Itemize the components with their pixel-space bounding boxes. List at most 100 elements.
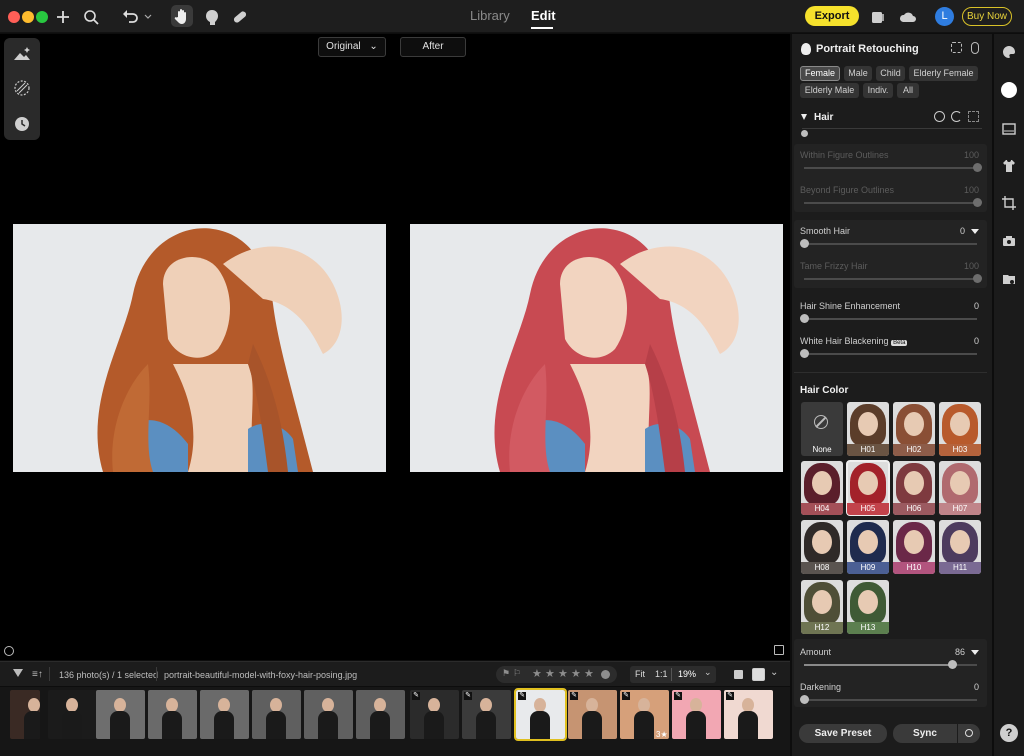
before-after-view-icon[interactable]: [752, 668, 765, 681]
slider-knob[interactable]: [973, 274, 982, 283]
visibility-eye-icon[interactable]: [934, 111, 945, 122]
ai-adjust-icon[interactable]: [12, 44, 32, 64]
palette-icon[interactable]: [1002, 45, 1016, 59]
original-dropdown[interactable]: Original ⌄: [318, 37, 386, 57]
hair-color-swatch-h01[interactable]: H01: [847, 402, 889, 456]
slider-knob[interactable]: [948, 660, 957, 669]
sync-settings-button[interactable]: [958, 724, 980, 743]
filmstrip-thumbnail[interactable]: ✎: [724, 690, 773, 739]
chip-child[interactable]: Child: [876, 66, 905, 81]
chip-female[interactable]: Female: [800, 66, 840, 81]
hair-mask-icon[interactable]: [968, 111, 979, 122]
undo-icon[interactable]: [120, 6, 140, 28]
maximize-window-button[interactable]: [36, 11, 48, 23]
chip-elderly-female[interactable]: Elderly Female: [909, 66, 978, 81]
search-icon[interactable]: [82, 6, 100, 28]
slider-knob[interactable]: [800, 695, 809, 704]
filmstrip-thumbnail[interactable]: ✎: [568, 690, 617, 739]
filmstrip-thumbnail[interactable]: [200, 690, 249, 739]
zoom-chevron-icon[interactable]: ⌄: [704, 667, 712, 678]
split-view-icon[interactable]: [774, 645, 784, 655]
buy-now-button[interactable]: Buy Now: [962, 7, 1012, 26]
chip-all[interactable]: All: [897, 83, 919, 98]
hair-color-swatch-h04[interactable]: H04: [801, 461, 843, 515]
filmstrip-thumbnail[interactable]: ✎: [410, 690, 459, 739]
scroll-slider-knob[interactable]: [801, 130, 808, 137]
white-hair-blackening-slider[interactable]: White Hair Blackening Beta 0: [794, 336, 987, 364]
hair-color-swatch-h02[interactable]: H02: [893, 402, 935, 456]
collapse-caret-icon[interactable]: [801, 114, 807, 120]
filmstrip-thumbnail[interactable]: [148, 690, 197, 739]
smooth-hair-slider[interactable]: Smooth Hair 0: [794, 226, 987, 254]
hair-color-swatch-h09[interactable]: H09: [847, 520, 889, 574]
add-icon[interactable]: [54, 6, 72, 28]
beyond-outlines-slider[interactable]: Beyond Figure Outlines 100: [794, 185, 987, 213]
filmstrip-thumbnail[interactable]: ✎: [462, 690, 511, 739]
expand-caret-icon[interactable]: [971, 229, 979, 235]
portrait-retouch-icon[interactable]: [1001, 82, 1017, 98]
slider-knob[interactable]: [800, 239, 809, 248]
background-icon[interactable]: [1002, 122, 1016, 136]
camera-icon[interactable]: [1002, 234, 1016, 248]
filmstrip-thumbnail[interactable]: [96, 690, 145, 739]
after-button[interactable]: After: [400, 37, 466, 57]
adjust-settings-icon[interactable]: [971, 42, 979, 54]
filmstrip-thumbnail[interactable]: ✎: [514, 688, 567, 741]
face-detect-icon[interactable]: [951, 42, 962, 53]
hair-color-swatch-h11[interactable]: H11: [939, 520, 981, 574]
user-avatar[interactable]: L: [935, 7, 954, 26]
reject-flag-icon[interactable]: ⚐: [513, 668, 521, 679]
filmstrip-thumbnail[interactable]: [356, 690, 405, 739]
filter-icon[interactable]: [13, 669, 23, 677]
export-button[interactable]: Export: [805, 6, 859, 26]
sort-icon[interactable]: ≡↑: [32, 669, 43, 680]
tame-frizzy-slider[interactable]: Tame Frizzy Hair 100: [794, 261, 987, 289]
info-icon[interactable]: [4, 646, 14, 656]
hair-color-swatch-none[interactable]: None: [801, 402, 843, 456]
close-window-button[interactable]: [8, 11, 20, 23]
filmstrip-thumbnail[interactable]: [48, 690, 97, 739]
undo-history-chevron-icon[interactable]: [142, 6, 154, 28]
hair-color-swatch-h06[interactable]: H06: [893, 461, 935, 515]
fit-button[interactable]: Fit: [635, 669, 645, 679]
slider-knob[interactable]: [800, 314, 809, 323]
star-1-icon[interactable]: ★: [532, 667, 542, 680]
filmstrip-thumbnail[interactable]: ✎: [672, 690, 721, 739]
minimize-window-button[interactable]: [22, 11, 34, 23]
bandage-icon[interactable]: [231, 6, 249, 28]
crop-icon[interactable]: [1002, 196, 1016, 210]
hair-color-swatch-h07[interactable]: H07: [939, 461, 981, 515]
filmstrip-thumbnail[interactable]: [304, 690, 353, 739]
star-5-icon[interactable]: ★: [584, 667, 594, 680]
clothing-icon[interactable]: [1002, 159, 1016, 173]
hair-color-swatch-h03[interactable]: H03: [939, 402, 981, 456]
slider-knob[interactable]: [973, 163, 982, 172]
batch-export-icon[interactable]: [870, 6, 886, 28]
image-canvas[interactable]: Original ⌄ After: [0, 34, 790, 660]
hair-shine-slider[interactable]: Hair Shine Enhancement 0: [794, 301, 987, 329]
chip-elderly-male[interactable]: Elderly Male: [800, 83, 859, 98]
star-4-icon[interactable]: ★: [571, 667, 581, 680]
slider-knob[interactable]: [800, 349, 809, 358]
flag-icon[interactable]: ⚑: [502, 668, 510, 679]
zoom-level[interactable]: 19%: [678, 669, 696, 679]
reset-icon[interactable]: [951, 111, 962, 122]
chip-individual[interactable]: Indiv.: [863, 83, 893, 98]
star-3-icon[interactable]: ★: [558, 667, 568, 680]
within-outlines-slider[interactable]: Within Figure Outlines 100: [794, 150, 987, 178]
hair-color-swatch-h10[interactable]: H10: [893, 520, 935, 574]
color-label-icon[interactable]: [601, 670, 610, 679]
expand-caret-icon[interactable]: [971, 650, 979, 656]
one-to-one-button[interactable]: 1:1: [655, 669, 668, 679]
filmstrip-thumbnail[interactable]: [10, 690, 40, 739]
darkening-slider[interactable]: Darkening 0: [794, 682, 987, 710]
cloud-icon[interactable]: [898, 6, 918, 28]
amount-slider[interactable]: Amount 86: [794, 647, 987, 675]
view-chevron-icon[interactable]: ⌄: [770, 667, 778, 678]
history-icon[interactable]: [12, 114, 32, 134]
save-preset-button[interactable]: Save Preset: [799, 724, 887, 743]
tab-edit[interactable]: Edit: [531, 8, 556, 23]
sync-button[interactable]: Sync: [893, 724, 957, 743]
folder-settings-icon[interactable]: [1002, 272, 1016, 286]
texture-icon[interactable]: [12, 78, 32, 98]
